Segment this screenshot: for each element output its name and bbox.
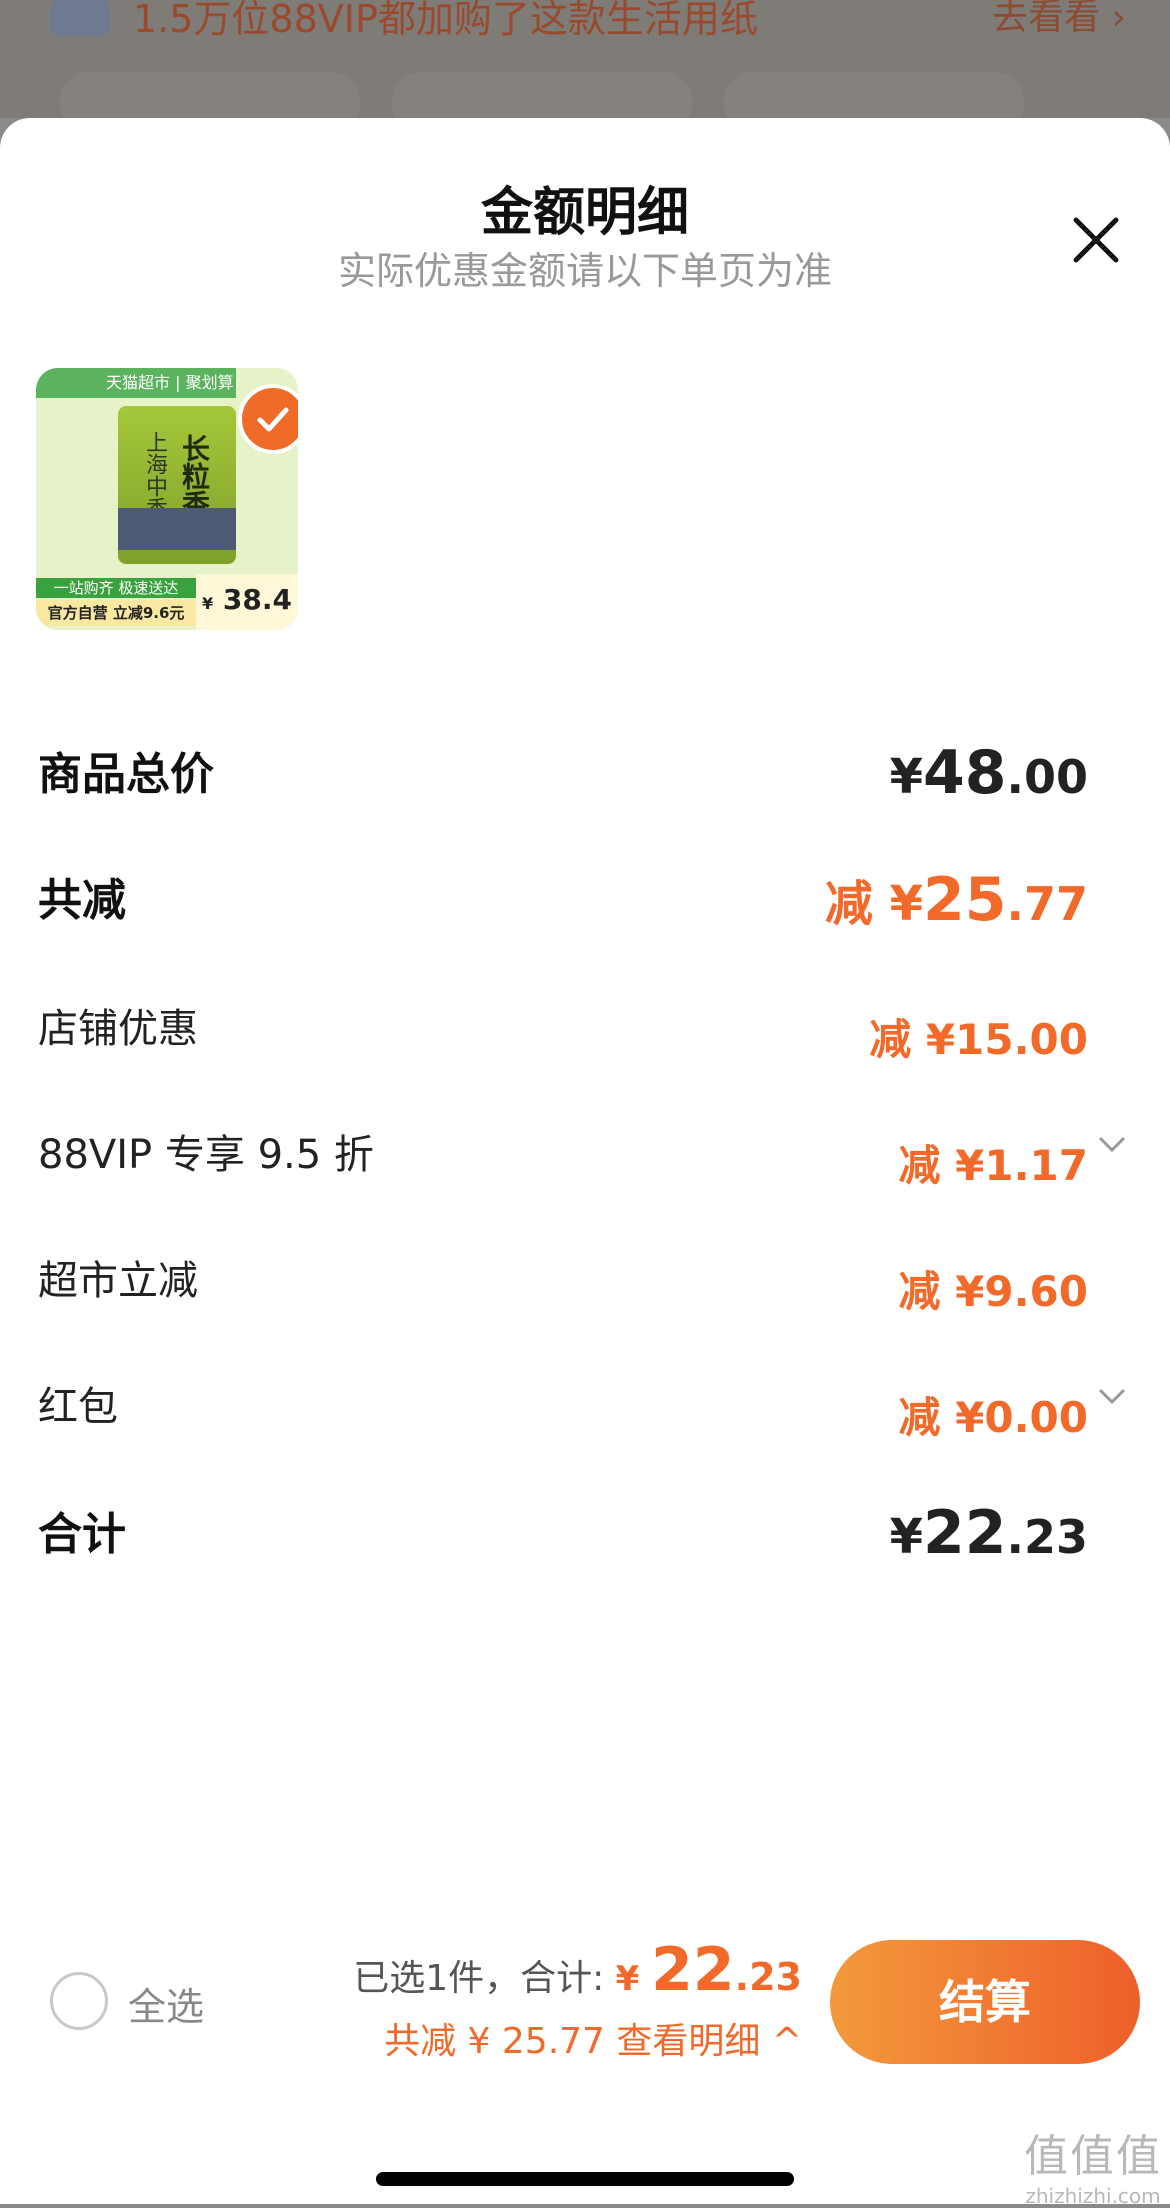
checkout-button[interactable]: 结算 <box>830 1940 1140 2064</box>
selected-count-text: 已选1件，合计: <box>353 1958 616 1999</box>
banner-link: 去看看 › <box>992 0 1126 38</box>
row-grand-total: 合计 ¥22.23 <box>38 1498 1088 1578</box>
row-total-discount: 共减 减 ¥25.77 <box>38 864 1088 944</box>
row-label: 共减 <box>38 875 126 926</box>
product-strip-green: 一站购齐 极速送达 <box>36 578 196 598</box>
background-banner: 1.5万位88VIP都加购了这款生活用纸 去看看 › <box>0 0 1170 118</box>
row-amount: 减 ¥25.77 <box>824 865 1088 935</box>
row-label: 店铺优惠 <box>38 1006 198 1052</box>
chevron-down-icon[interactable] <box>1096 1132 1128 1156</box>
chevron-down-icon[interactable] <box>1096 1384 1128 1408</box>
close-icon[interactable] <box>1066 210 1126 270</box>
cart-summary: 已选1件，合计: ¥ 22.23 <box>353 1935 802 2005</box>
row-amount: ¥22.23 <box>889 1498 1088 1568</box>
row-amount: 减 ¥15.00 <box>869 1015 1088 1064</box>
banner-thumbnail <box>50 0 110 36</box>
checkmark-icon[interactable] <box>238 384 298 454</box>
row-label: 合计 <box>38 1509 126 1560</box>
bag-band <box>118 508 236 550</box>
row-supermarket-discount: 超市立减 减 ¥9.60 <box>38 1248 1088 1328</box>
background-pill <box>392 72 692 118</box>
bag-text-small: 上海中香 <box>142 431 167 519</box>
product-price: ¥ 38.4 <box>196 574 298 630</box>
product-strip-promo: 官方自营 立减9.6元 <box>36 600 196 626</box>
row-label: 红包 <box>38 1384 118 1430</box>
sheet-title: 金额明细 <box>480 183 689 243</box>
bag-text-large: 长粒香 <box>178 434 211 518</box>
view-details-link[interactable]: 共减 ¥ 25.77 查看明细 ^ <box>384 2012 802 2064</box>
total-price: 22 <box>651 1935 735 2005</box>
product-tag: 天猫超市 | 聚划算 <box>36 368 236 398</box>
sheet-subtitle: 实际优惠金额请以下单页为准 <box>337 249 832 293</box>
amount-detail-sheet: 金额明细 实际优惠金额请以下单页为准 天猫超市 | 聚划算 上海中香 长粒香 一… <box>0 118 1170 2204</box>
row-red-packet[interactable]: 红包 减 ¥0.00 <box>38 1374 1126 1454</box>
rice-bag-image: 上海中香 长粒香 <box>118 406 236 564</box>
row-amount: 减 ¥9.60 <box>898 1267 1088 1316</box>
row-amount: ¥48.00 <box>889 738 1088 808</box>
watermark: 值值值 zhizhizhi.com <box>1024 2131 1162 2208</box>
banner-text: 1.5万位88VIP都加购了这款生活用纸 <box>133 0 758 41</box>
row-label: 88VIP 专享 9.5 折 <box>38 1132 374 1178</box>
background-pill <box>724 72 1024 118</box>
row-amount: 减 ¥1.17 <box>898 1141 1088 1190</box>
select-all-radio[interactable] <box>50 1972 108 2030</box>
row-goods-total: 商品总价 ¥48.00 <box>38 738 1088 818</box>
row-88vip-discount[interactable]: 88VIP 专享 9.5 折 减 ¥1.17 <box>38 1122 1126 1202</box>
row-amount: 减 ¥0.00 <box>898 1393 1088 1442</box>
product-thumbnail[interactable]: 天猫超市 | 聚划算 上海中香 长粒香 一站购齐 极速送达 官方自营 立减9.6… <box>36 368 298 630</box>
home-indicator[interactable] <box>376 2172 794 2186</box>
select-all-label[interactable]: 全选 <box>128 1976 204 2031</box>
row-store-discount: 店铺优惠 减 ¥15.00 <box>38 996 1088 1076</box>
row-label: 商品总价 <box>38 749 214 800</box>
row-label: 超市立减 <box>38 1258 198 1304</box>
background-pill <box>60 72 360 118</box>
